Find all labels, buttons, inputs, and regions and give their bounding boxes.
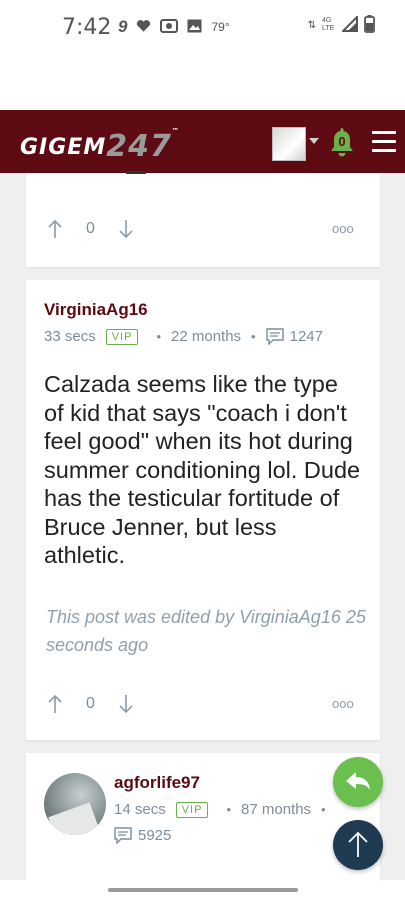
status-system-icons: ⇅ 4G LTE xyxy=(307,14,375,35)
user-avatar[interactable] xyxy=(272,127,306,161)
post-username[interactable]: agforlife97 xyxy=(114,773,200,793)
separator: • xyxy=(251,329,256,344)
heart-icon xyxy=(136,19,151,36)
post-time: 14 secs xyxy=(114,801,166,818)
vip-badge: VIP xyxy=(105,328,139,345)
logo-text: GIGEM xyxy=(20,135,107,160)
comment-icon xyxy=(114,827,132,844)
cut-off-text xyxy=(126,171,146,174)
downvote-arrow-icon[interactable] xyxy=(118,694,134,714)
status-temperature: 79° xyxy=(211,20,230,34)
logo-number: 247 xyxy=(106,129,172,164)
upvote-arrow-icon[interactable] xyxy=(47,694,63,714)
home-indicator[interactable] xyxy=(108,888,298,892)
site-logo[interactable]: GIGEM247™ xyxy=(20,127,180,164)
notifications-button[interactable]: 0 xyxy=(328,126,356,158)
user-tenure: 22 months xyxy=(171,328,242,345)
upvote-arrow-icon[interactable] xyxy=(47,219,63,239)
post-meta: 33 secs VIP • 22 months • 1247 xyxy=(44,328,323,345)
more-options-button[interactable]: ooo xyxy=(332,696,354,711)
vote-count: 0 xyxy=(86,695,95,712)
vote-controls: 0 xyxy=(47,694,134,714)
radio-icon xyxy=(160,18,179,36)
hamburger-line xyxy=(372,131,396,134)
image-icon xyxy=(187,19,202,36)
avatar[interactable] xyxy=(44,773,106,835)
more-options-button[interactable]: ooo xyxy=(332,221,354,236)
comment-icon xyxy=(265,328,284,345)
separator: • xyxy=(226,802,231,817)
hamburger-line xyxy=(372,149,396,152)
post-count: 5925 xyxy=(138,827,172,844)
chevron-down-icon[interactable] xyxy=(309,138,319,144)
status-notification-icons: 9 79° xyxy=(118,17,230,37)
post-count: 1247 xyxy=(289,328,323,345)
post-body: Calzada seems like the type of kid that … xyxy=(44,371,361,568)
hamburger-line xyxy=(372,140,396,143)
post-time: 33 secs xyxy=(44,328,96,345)
reply-button[interactable] xyxy=(333,757,383,807)
user-tenure: 87 months xyxy=(241,801,312,818)
status-bar: 7:42 9 79° ⇅ 4G LTE xyxy=(0,0,405,58)
nine-app-icon: 9 xyxy=(118,17,128,36)
signal-icon xyxy=(340,14,358,34)
cut-off-body-text xyxy=(44,872,364,880)
vip-badge: VIP xyxy=(175,801,209,818)
post-username[interactable]: VirginiaAg16 xyxy=(44,300,148,320)
arrow-up-icon xyxy=(348,831,368,857)
notification-count: 0 xyxy=(338,134,346,149)
edited-note: This post was edited by VirginiaAg16 25 … xyxy=(46,607,366,655)
post-meta-count: 5925 xyxy=(114,827,171,844)
browser-spacer xyxy=(0,58,405,110)
network-type: 4G LTE xyxy=(322,17,335,32)
status-time: 7:42 xyxy=(62,15,112,40)
post-card: 0 ooo xyxy=(26,171,380,267)
post-meta: 14 secs VIP • 87 months • xyxy=(114,801,336,818)
data-arrows-icon: ⇅ xyxy=(307,19,316,31)
battery-icon xyxy=(364,15,375,35)
downvote-arrow-icon[interactable] xyxy=(118,219,134,239)
scroll-to-top-button[interactable] xyxy=(333,820,383,870)
reply-icon xyxy=(346,772,370,790)
separator: • xyxy=(156,329,161,344)
logo-trademark: ™ xyxy=(171,127,180,135)
vote-controls: 0 xyxy=(47,219,134,239)
separator: • xyxy=(321,802,326,817)
menu-button[interactable] xyxy=(372,131,396,153)
vote-count: 0 xyxy=(86,220,95,237)
